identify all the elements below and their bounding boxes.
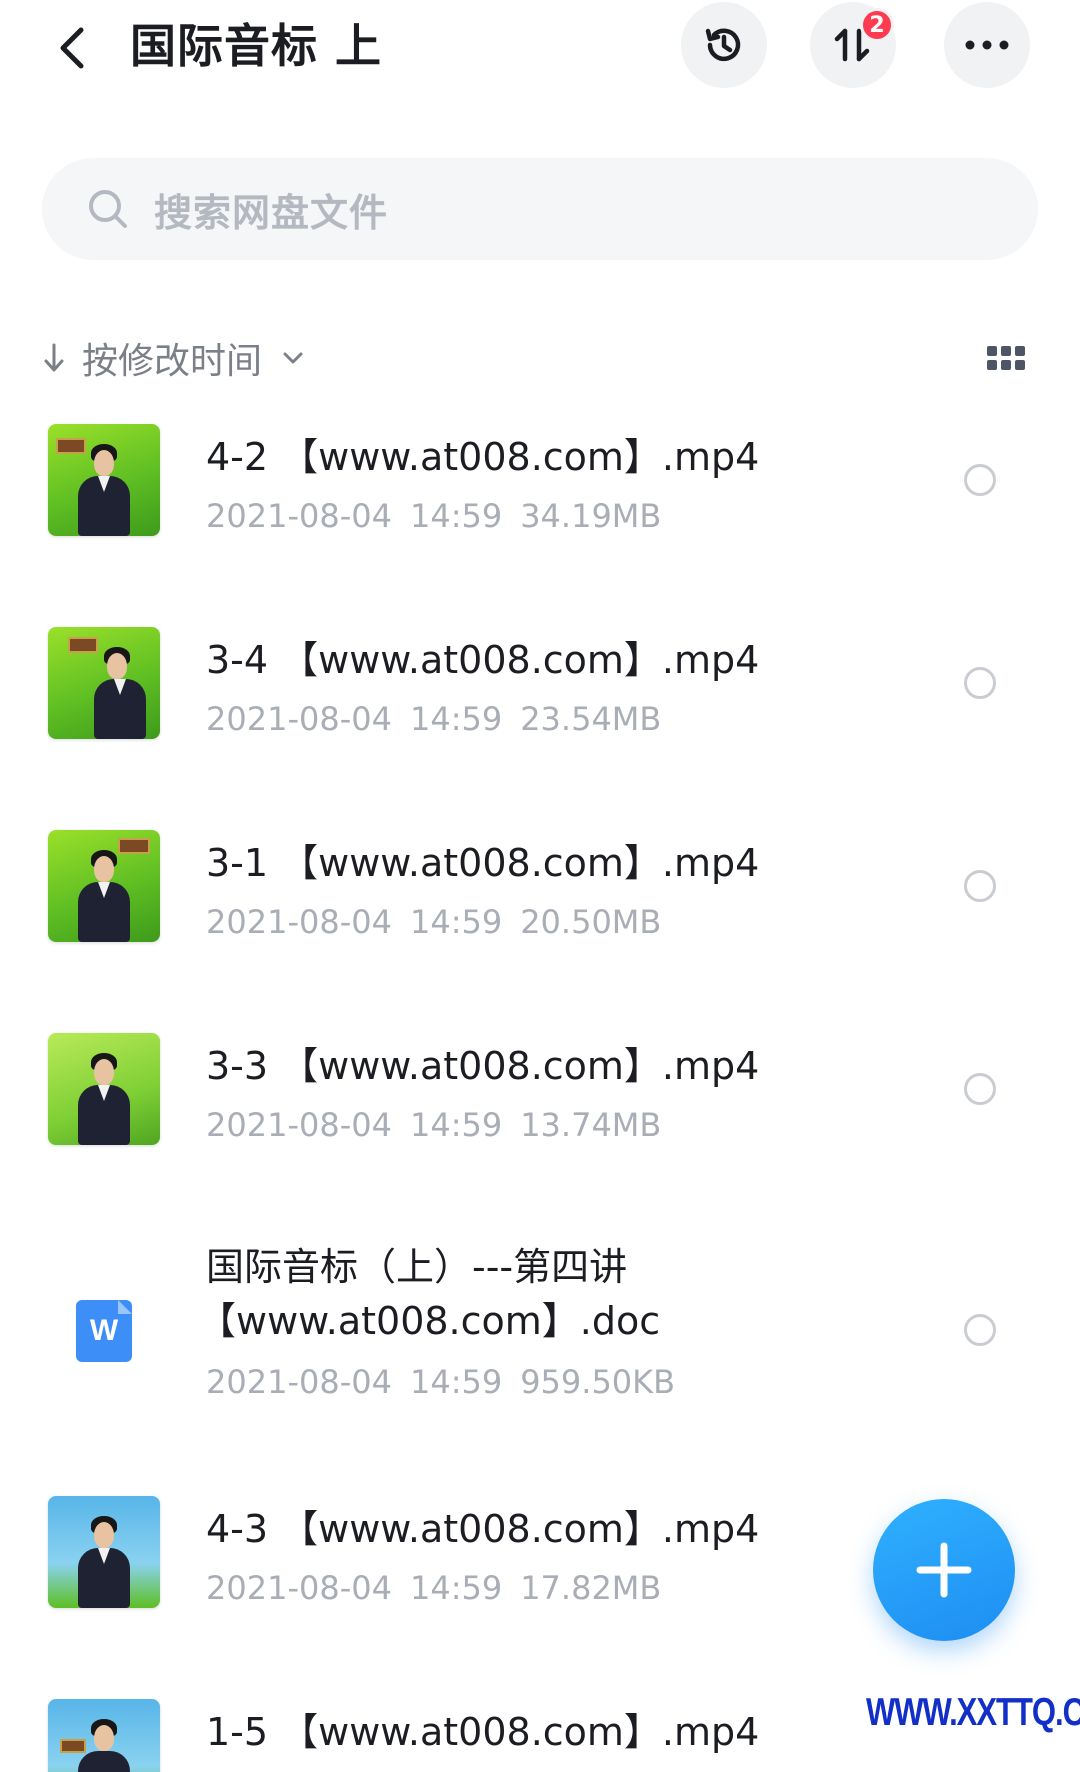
file-name: 4-2 【www.at008.com】.mp4 (206, 435, 760, 479)
sort-bar: 按修改时间 (42, 330, 1038, 386)
grid-view-icon[interactable] (986, 338, 1026, 378)
file-row[interactable]: W 国际音标（上）---第四讲 【www.at008.com】.doc 2021… (0, 1238, 1080, 1428)
back-button[interactable] (42, 12, 102, 84)
file-meta: 2021-08-04 14:59 13.74MB (206, 1103, 661, 1147)
video-thumbnail (48, 424, 160, 536)
file-date: 2021-08-04 (206, 1363, 392, 1401)
file-size: 34.19MB (520, 497, 662, 535)
transfer-badge: 2 (860, 8, 894, 42)
file-name: 3-1 【www.at008.com】.mp4 (206, 841, 760, 885)
video-thumbnail (48, 1496, 160, 1608)
file-size: 959.50KB (520, 1363, 676, 1401)
file-date: 2021-08-04 (206, 700, 392, 738)
search-input[interactable]: 搜索网盘文件 (42, 158, 1038, 260)
file-name: 3-4 【www.at008.com】.mp4 (206, 638, 760, 682)
select-radio[interactable] (964, 1314, 996, 1346)
chevron-left-icon (60, 27, 84, 69)
file-row[interactable]: 4-2 【www.at008.com】.mp4 2021-08-04 14:59 3… (0, 424, 1080, 564)
file-name-line2: 【www.at008.com】.doc (198, 1299, 661, 1343)
video-thumbnail (48, 830, 160, 942)
file-time: 14:59 (409, 1569, 503, 1607)
sort-label: 按修改时间 (82, 341, 263, 382)
file-time: 14:59 (409, 700, 503, 738)
file-meta: 2021-08-04 14:59 23.54MB (206, 697, 661, 741)
page-title: 国际音标 上 (130, 19, 383, 73)
video-thumbnail (48, 1699, 160, 1772)
chevron-down-icon (283, 352, 303, 364)
file-row[interactable]: 3-3 【www.at008.com】.mp4 2021-08-04 14:59 1… (0, 1033, 1080, 1173)
file-name-line1: 国际音标（上）---第四讲 (206, 1245, 628, 1289)
file-name: 1-5 【www.at008.com】.mp4 (206, 1710, 760, 1754)
more-button[interactable] (944, 2, 1030, 88)
file-name: 3-3 【www.at008.com】.mp4 (206, 1044, 760, 1088)
file-time: 14:59 (409, 1363, 503, 1401)
select-radio[interactable] (964, 1073, 996, 1105)
file-date: 2021-08-04 (206, 497, 392, 535)
more-dots-icon (965, 40, 1009, 50)
file-date: 2021-08-04 (206, 1569, 392, 1607)
search-placeholder: 搜索网盘文件 (154, 190, 389, 235)
word-doc-icon: W (76, 1300, 132, 1362)
file-meta: 2021-08-04 14:59 17.82MB (206, 1566, 661, 1610)
history-button[interactable] (681, 2, 767, 88)
file-browser-page: 国际音标 上 2 搜索网盘文件 按修改时间 4-2 【www.at008.com… (0, 0, 1080, 1772)
search-icon (86, 187, 130, 231)
file-size: 20.50MB (520, 903, 662, 941)
file-size: 23.54MB (520, 700, 662, 738)
video-thumbnail (48, 627, 160, 739)
sort-button[interactable]: 按修改时间 (42, 330, 304, 386)
plus-icon (916, 1542, 972, 1598)
watermark: WWW.XXTTQ.COM (866, 1690, 1080, 1734)
arrow-down-icon (44, 343, 64, 372)
file-row[interactable]: 3-1 【www.at008.com】.mp4 2021-08-04 14:59 2… (0, 830, 1080, 970)
history-icon (705, 28, 741, 62)
file-time: 14:59 (409, 903, 503, 941)
file-time: 14:59 (409, 1106, 503, 1144)
add-button[interactable] (873, 1499, 1015, 1641)
file-name: 4-3 【www.at008.com】.mp4 (206, 1507, 760, 1551)
file-date: 2021-08-04 (206, 903, 392, 941)
select-radio[interactable] (964, 870, 996, 902)
top-bar: 国际音标 上 2 (0, 0, 1080, 100)
select-radio[interactable] (964, 667, 996, 699)
file-size: 17.82MB (520, 1569, 662, 1607)
file-size: 13.74MB (520, 1106, 662, 1144)
file-meta: 2021-08-04 14:59 20.50MB (206, 900, 661, 944)
file-meta: 2021-08-04 14:59 34.19MB (206, 494, 661, 538)
file-row[interactable]: 3-4 【www.at008.com】.mp4 2021-08-04 14:59 2… (0, 627, 1080, 767)
transfer-button[interactable]: 2 (810, 2, 896, 88)
file-time: 14:59 (409, 497, 503, 535)
video-thumbnail (48, 1033, 160, 1145)
file-date: 2021-08-04 (206, 1106, 392, 1144)
file-meta: 2021-08-04 14:59 959.50KB (206, 1360, 675, 1404)
select-radio[interactable] (964, 464, 996, 496)
